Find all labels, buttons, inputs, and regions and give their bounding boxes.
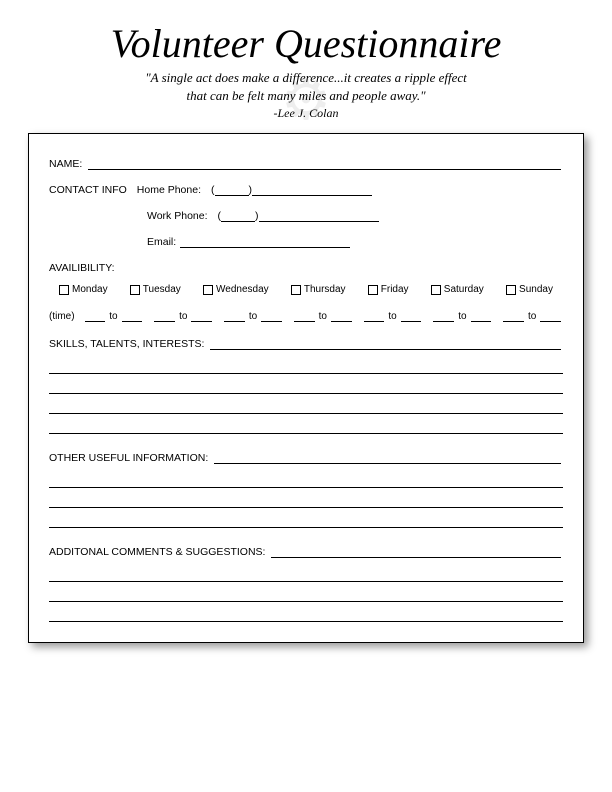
checkbox-icon[interactable]: [203, 285, 213, 295]
checkbox-icon[interactable]: [291, 285, 301, 295]
day-sunday[interactable]: Sunday: [506, 284, 553, 295]
other-input-line[interactable]: [214, 463, 561, 464]
contact-label: CONTACT INFO: [49, 184, 127, 196]
time-slot[interactable]: to: [362, 311, 424, 322]
time-slot[interactable]: to: [222, 311, 284, 322]
work-phone-area[interactable]: [221, 221, 255, 222]
ruled-line[interactable]: [49, 508, 563, 528]
checkbox-icon[interactable]: [431, 285, 441, 295]
quote-line2: that can be felt many miles and people a…: [28, 87, 584, 105]
additional-input-line[interactable]: [271, 557, 561, 558]
time-slot[interactable]: to: [292, 311, 354, 322]
time-slot[interactable]: to: [152, 311, 214, 322]
email-row: Email:: [49, 236, 563, 248]
availability-label: AVAILIBILITY:: [49, 262, 563, 274]
ruled-line[interactable]: [49, 468, 563, 488]
quote-line1: "A single act does make a difference...i…: [28, 69, 584, 87]
quote-attribution: -Lee J. Colan: [28, 106, 584, 121]
email-label: Email:: [147, 236, 176, 248]
email-input[interactable]: [180, 247, 350, 248]
day-wednesday[interactable]: Wednesday: [203, 284, 269, 295]
page-title: Volunteer Questionnaire: [28, 20, 584, 67]
other-info-row: OTHER USEFUL INFORMATION:: [49, 452, 563, 464]
name-label: NAME:: [49, 158, 82, 170]
time-slot[interactable]: to: [501, 311, 563, 322]
checkbox-icon[interactable]: [368, 285, 378, 295]
time-slot[interactable]: to: [83, 311, 145, 322]
day-checkbox-row: Monday Tuesday Wednesday Thursday Friday…: [49, 284, 563, 295]
name-field[interactable]: NAME:: [49, 158, 563, 170]
ruled-line[interactable]: [49, 374, 563, 394]
ruled-line[interactable]: [49, 602, 563, 622]
ruled-line[interactable]: [49, 582, 563, 602]
work-phone-label: Work Phone:: [147, 210, 208, 222]
skills-input-line[interactable]: [210, 349, 561, 350]
time-slot[interactable]: to: [431, 311, 493, 322]
contact-home-phone-row: CONTACT INFO Home Phone: ( ): [49, 184, 563, 196]
additional-label: ADDITONAL COMMENTS & SUGGESTIONS:: [49, 546, 265, 558]
day-friday[interactable]: Friday: [368, 284, 409, 295]
name-input-line[interactable]: [88, 169, 561, 170]
day-saturday[interactable]: Saturday: [431, 284, 484, 295]
time-row: (time) to to to to to to to: [49, 311, 563, 322]
ruled-line[interactable]: [49, 562, 563, 582]
time-label: (time): [49, 311, 75, 322]
form-container: NAME: CONTACT INFO Home Phone: ( ) Work …: [28, 133, 584, 643]
work-phone-row: Work Phone: ( ): [49, 210, 563, 222]
checkbox-icon[interactable]: [506, 285, 516, 295]
checkbox-icon[interactable]: [59, 285, 69, 295]
day-tuesday[interactable]: Tuesday: [130, 284, 181, 295]
home-phone-number[interactable]: [252, 195, 372, 196]
ruled-line[interactable]: [49, 414, 563, 434]
work-phone-number[interactable]: [259, 221, 379, 222]
other-label: OTHER USEFUL INFORMATION:: [49, 452, 208, 464]
ruled-line[interactable]: [49, 354, 563, 374]
additional-row: ADDITONAL COMMENTS & SUGGESTIONS:: [49, 546, 563, 558]
ruled-line[interactable]: [49, 394, 563, 414]
home-phone-area[interactable]: [215, 195, 249, 196]
day-monday[interactable]: Monday: [59, 284, 108, 295]
home-phone-label: Home Phone:: [137, 184, 201, 196]
day-thursday[interactable]: Thursday: [291, 284, 346, 295]
skills-row: SKILLS, TALENTS, INTERESTS:: [49, 338, 563, 350]
skills-label: SKILLS, TALENTS, INTERESTS:: [49, 338, 204, 350]
checkbox-icon[interactable]: [130, 285, 140, 295]
ruled-line[interactable]: [49, 488, 563, 508]
